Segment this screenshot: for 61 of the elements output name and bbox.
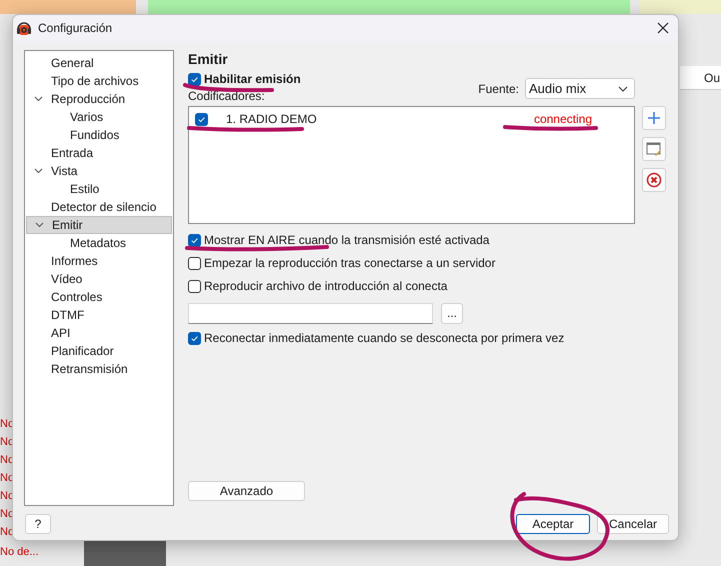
checkbox[interactable]: [188, 280, 201, 292]
chevron-down-icon: [35, 220, 44, 230]
tree-item[interactable]: Vista: [26, 162, 172, 180]
check-icon: [190, 236, 199, 244]
tree-item[interactable]: General: [26, 54, 172, 72]
headphones-icon: [16, 20, 32, 36]
add-button[interactable]: [642, 106, 666, 130]
checkbox[interactable]: [195, 112, 208, 126]
column-header: Ou: [680, 66, 721, 90]
plus-icon: [647, 111, 661, 125]
list-item-text: No de...: [0, 545, 40, 560]
window-pencil-icon: [646, 141, 662, 157]
check-icon: [197, 114, 206, 124]
tree-item[interactable]: Tipo de archivos: [26, 72, 172, 90]
tree-item[interactable]: Fundidos: [26, 126, 172, 144]
window-title: Configuración: [38, 21, 112, 35]
chevron-down-icon: [618, 86, 628, 92]
help-button[interactable]: ?: [25, 514, 51, 534]
field-label: Fuente:: [478, 80, 519, 96]
checkbox-label: Reproducir archivo de introducción al conecta: [204, 279, 448, 293]
tree-item[interactable]: Metadatos: [26, 234, 172, 252]
tree-item[interactable]: Entrada: [26, 144, 172, 162]
remove-button[interactable]: [642, 168, 666, 192]
checkbox-label: Empezar la reproducción tras conectarse a un servidor: [204, 256, 496, 270]
advanced-button[interactable]: Avanzado: [188, 481, 305, 501]
tree-item[interactable]: Retransmisión: [26, 360, 172, 378]
tree-item[interactable]: Estilo: [26, 180, 172, 198]
checkbox[interactable]: [188, 332, 201, 344]
tree-item[interactable]: API: [26, 324, 172, 342]
file-input-field[interactable]: [188, 302, 433, 324]
checkbox-label: Mostrar EN AIRE cuando la transmisión esté activada: [204, 233, 490, 247]
close-icon: [657, 22, 669, 34]
chevron-down-icon: [34, 166, 43, 176]
dropdown-value: Audio mix: [529, 81, 586, 96]
tree-item[interactable]: Controles: [26, 288, 172, 306]
tree-item[interactable]: Detector de silencio: [26, 198, 172, 216]
cancel-button[interactable]: Cancelar: [597, 514, 669, 534]
tree-item[interactable]: Planificador: [26, 342, 172, 360]
edit-button[interactable]: [642, 137, 666, 161]
accept-button[interactable]: Aceptar: [516, 514, 590, 534]
checkbox[interactable]: [188, 256, 201, 270]
tree-item[interactable]: Reproducción: [26, 90, 172, 108]
checkbox-label: Habilitar emisión: [204, 72, 301, 86]
checkbox[interactable]: [188, 234, 201, 246]
check-icon: [190, 334, 199, 342]
remove-icon: [646, 172, 662, 188]
encoder-status: connecting: [534, 112, 592, 126]
check-icon: [190, 74, 199, 84]
checkbox[interactable]: [188, 72, 201, 86]
chevron-down-icon: [34, 94, 43, 104]
browse-button[interactable]: ...: [441, 302, 463, 324]
tree-item[interactable]: Vídeo: [26, 270, 172, 288]
tree-item[interactable]: DTMF: [26, 306, 172, 324]
tree-item[interactable]: Varios: [26, 108, 172, 126]
section-heading: Emitir: [188, 50, 229, 69]
field-label: Codificadores:: [188, 88, 266, 104]
source-dropdown[interactable]: Audio mix: [525, 78, 635, 99]
tree-item[interactable]: Emitir: [26, 216, 172, 234]
checkbox-label: Reconectar inmediatamente cuando se desconecta por primera vez: [204, 331, 564, 345]
tree-item[interactable]: Informes: [26, 252, 172, 270]
encoder-name: 1. RADIO DEMO: [226, 112, 317, 126]
